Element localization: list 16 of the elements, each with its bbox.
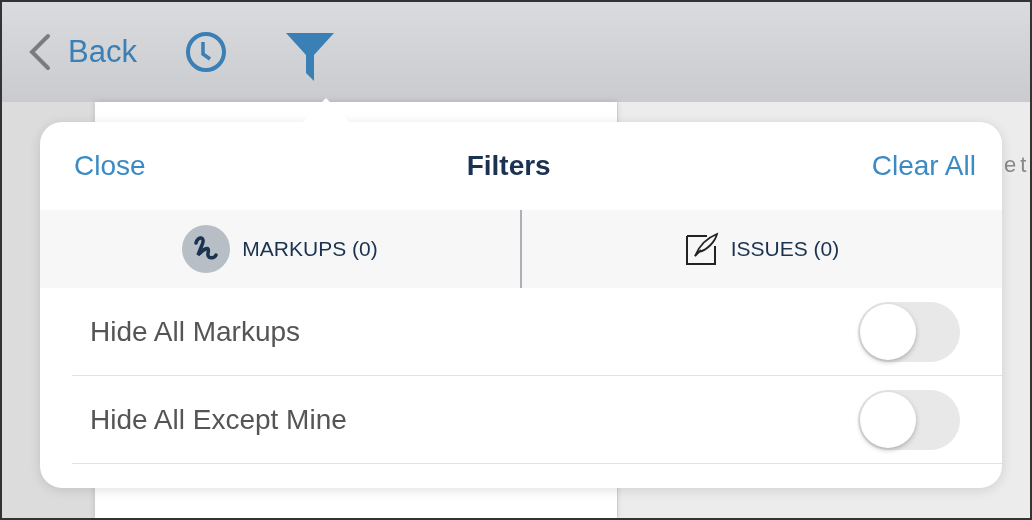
- chevron-left-icon: [28, 33, 52, 71]
- back-button[interactable]: Back: [28, 28, 137, 76]
- filter-button[interactable]: [284, 33, 335, 83]
- history-button[interactable]: [184, 31, 227, 73]
- background-text: e t: [1004, 151, 1026, 179]
- scribble-icon: [182, 225, 231, 273]
- option-label: Hide All Except Mine: [90, 402, 347, 437]
- toggle-switch[interactable]: [858, 389, 960, 450]
- clock-icon: [184, 31, 227, 73]
- note-feather-icon: [684, 232, 719, 266]
- toggle-switch[interactable]: [858, 301, 960, 362]
- filter-icon: [284, 33, 335, 83]
- popover-title: Filters: [466, 149, 551, 183]
- clear-all-button[interactable]: Clear All: [871, 145, 976, 187]
- option-label: Hide All Markups: [90, 314, 301, 349]
- close-button[interactable]: Close: [74, 145, 146, 187]
